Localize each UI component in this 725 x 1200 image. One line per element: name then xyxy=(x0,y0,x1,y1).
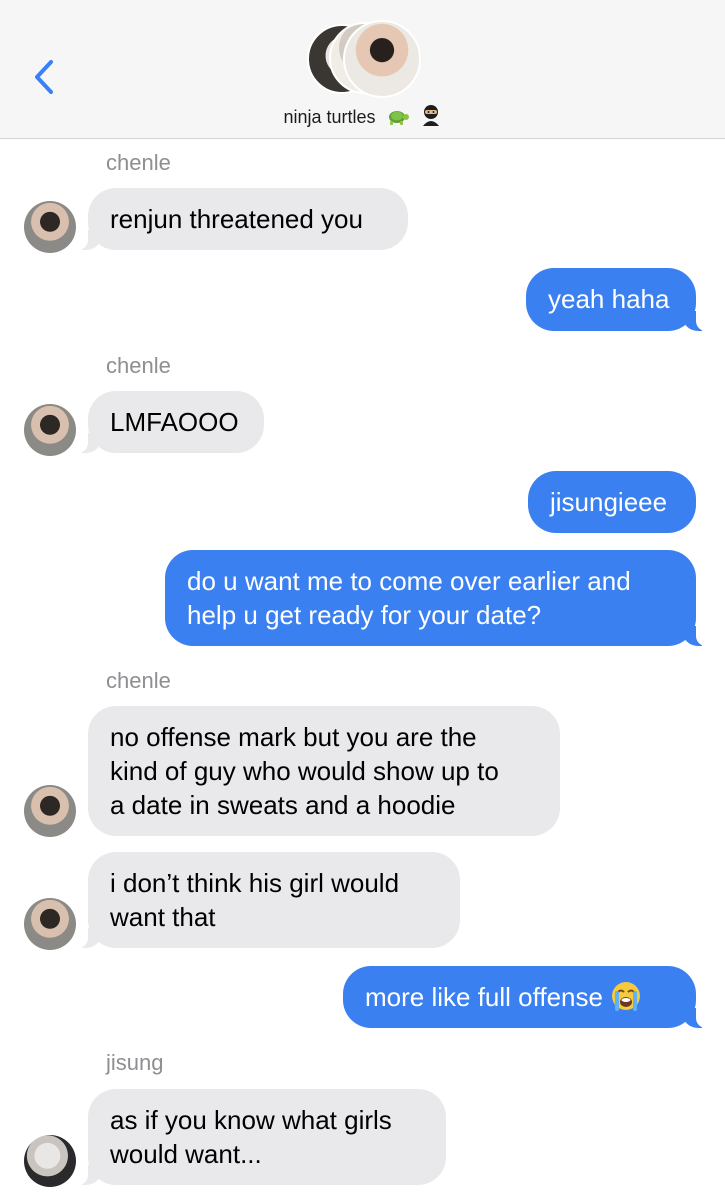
sender-name: chenle xyxy=(106,150,171,175)
message-text: jisungieee xyxy=(550,487,668,517)
message-bubble[interactable]: i don’t think his girl would want that xyxy=(76,852,460,948)
message-text-wrap: more like full offense xyxy=(365,980,674,1014)
message-text-line: a date in sweats and a hoodie xyxy=(110,790,456,820)
message-bubble[interactable]: no offense mark but you are the kind of … xyxy=(88,706,560,836)
message-text-line: as if you know what girls xyxy=(110,1105,392,1135)
sender-name: chenle xyxy=(106,353,171,378)
message-bubble[interactable]: LMFAOOO xyxy=(76,391,264,453)
sender-name: chenle xyxy=(106,668,171,693)
message-bubble[interactable]: renjun threatened you xyxy=(76,188,408,250)
message-text: LMFAOOO xyxy=(110,407,239,437)
turtle-emoji xyxy=(388,111,409,125)
message-text-line: help u get ready for your date? xyxy=(187,600,542,630)
ninja-emoji xyxy=(422,105,439,126)
group-name[interactable]: ninja turtles xyxy=(0,104,725,128)
message-text: more like full offense xyxy=(365,982,603,1012)
sender-name: jisung xyxy=(106,1050,164,1075)
message-text-line: do u want me to come over earlier and xyxy=(187,566,631,596)
message-text-line: would want... xyxy=(110,1139,262,1169)
avatar[interactable] xyxy=(24,404,76,456)
loudly-crying-face-emoji xyxy=(611,982,640,1011)
message-bubble[interactable]: more like full offense xyxy=(343,966,708,1028)
message-text-line: kind of guy who would show up to xyxy=(110,756,499,786)
conversation-header: ninja turtles xyxy=(0,0,725,139)
message-text-line: no offense mark but you are the xyxy=(110,722,477,752)
message-bubble[interactable]: yeah haha xyxy=(526,268,708,331)
avatar[interactable] xyxy=(24,1135,76,1187)
group-member-avatar xyxy=(343,20,421,98)
message-text: renjun threatened you xyxy=(110,204,363,234)
message-text-line: i don’t think his girl would xyxy=(110,868,400,898)
avatar[interactable] xyxy=(24,898,76,950)
message-bubble[interactable]: do u want me to come over earlier and he… xyxy=(165,550,708,646)
message-text-line: want that xyxy=(110,902,216,932)
group-avatar-stack[interactable] xyxy=(307,20,421,98)
message-text: yeah haha xyxy=(548,284,670,314)
avatar[interactable] xyxy=(24,201,76,253)
chevron-left-icon xyxy=(35,60,53,94)
message-bubble[interactable]: jisungieee xyxy=(528,471,696,533)
avatar[interactable] xyxy=(24,785,76,837)
back-button[interactable] xyxy=(22,52,66,102)
group-name-label: ninja turtles xyxy=(283,107,376,127)
message-bubble[interactable]: as if you know what girls would want... xyxy=(76,1089,446,1185)
